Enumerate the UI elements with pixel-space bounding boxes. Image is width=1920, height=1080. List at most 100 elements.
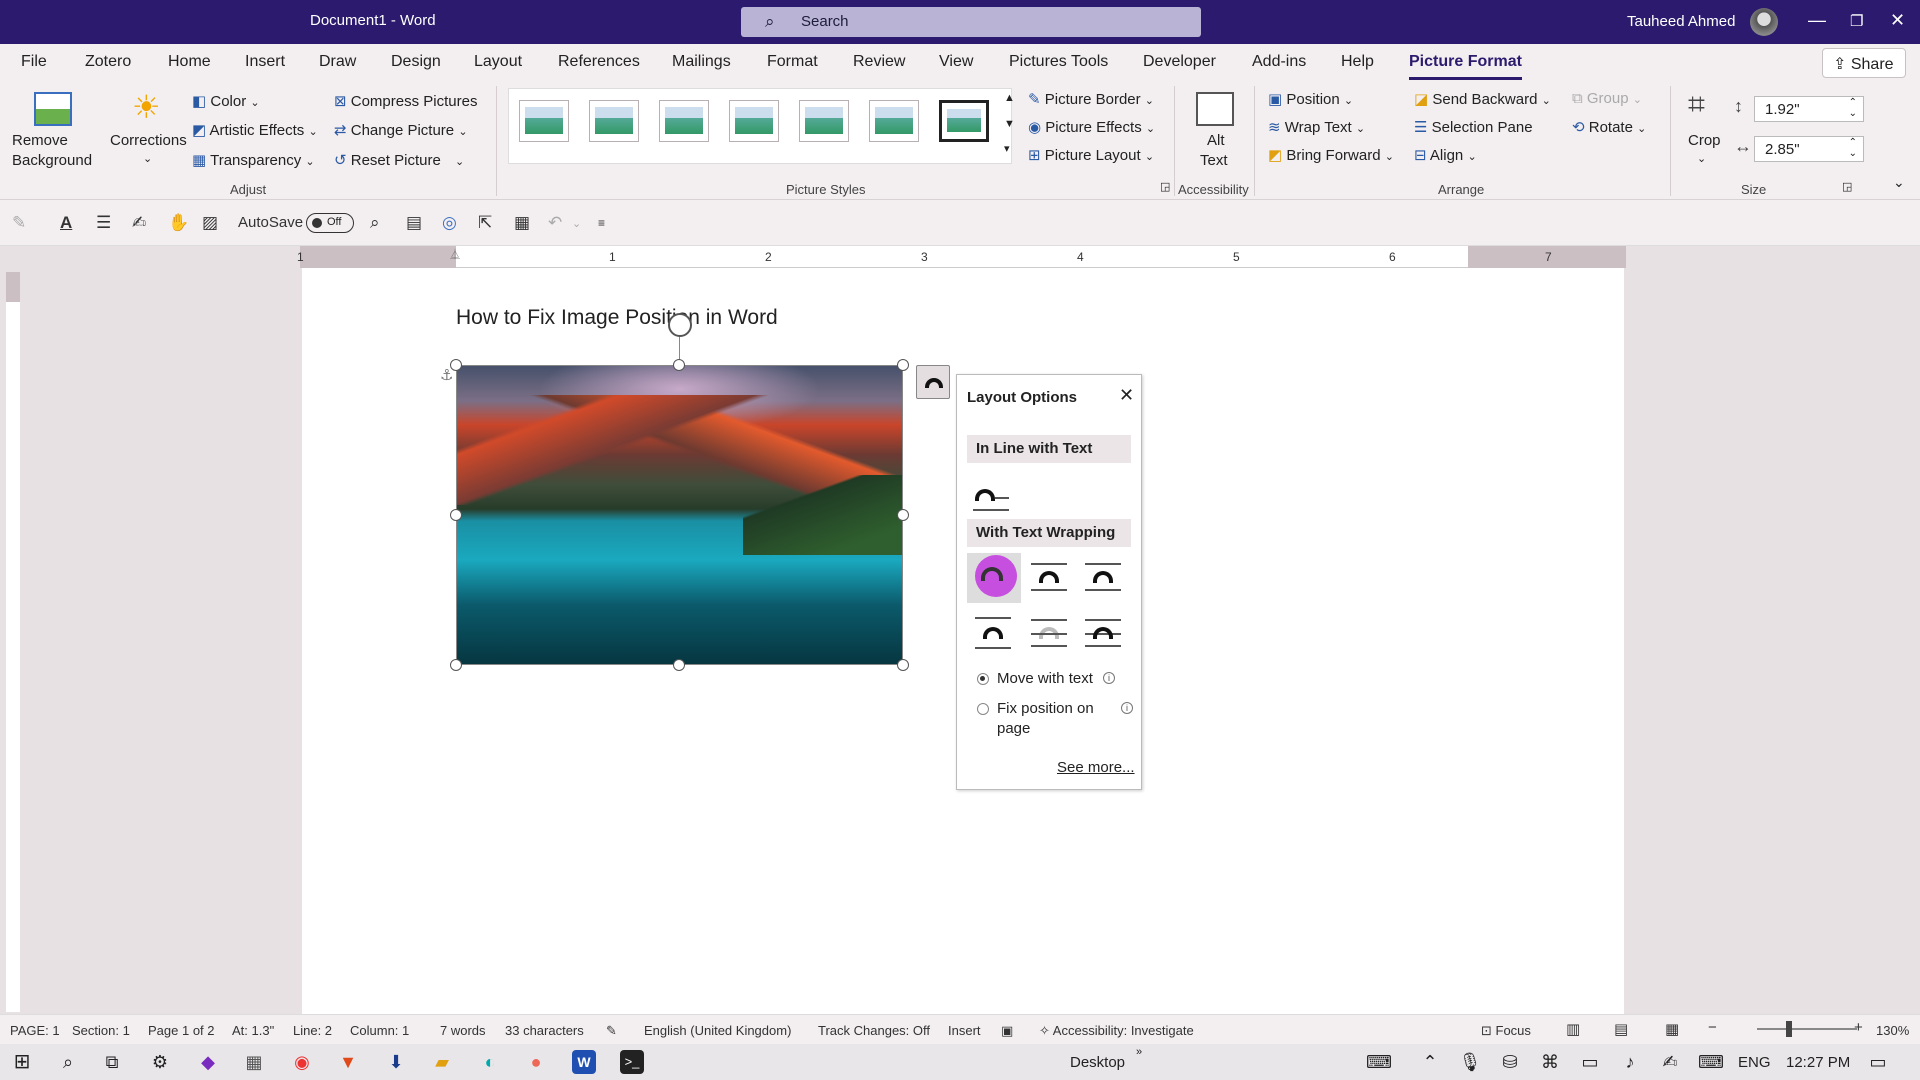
chevron-down-icon[interactable]: ⌄ [143, 152, 152, 165]
move-with-text-label[interactable]: Move with text [997, 670, 1093, 687]
picture-effects-button[interactable]: ◉ Picture Effects ⌄ [1028, 118, 1155, 136]
tab-mailings[interactable]: Mailings [672, 53, 731, 71]
format-painter-icon[interactable]: ✍ [132, 213, 146, 233]
autosave-toggle[interactable]: Off [306, 213, 354, 233]
zoom-icon[interactable]: ⌕ [370, 213, 380, 233]
position-button[interactable]: ▣ Position ⌄ [1268, 90, 1353, 108]
status-characters[interactable]: 33 characters [505, 1023, 584, 1038]
zoom-slider-handle[interactable] [1786, 1021, 1792, 1037]
folder-stack-icon[interactable]: ▦ [242, 1050, 266, 1074]
gallery-down-icon[interactable]: ▼ [1004, 118, 1015, 130]
rotate-handle-icon[interactable] [668, 313, 692, 337]
top-bottom-wrap-icon[interactable] [971, 611, 1015, 655]
alt-text-label-1[interactable]: Alt [1207, 132, 1225, 149]
resize-handle[interactable] [450, 509, 462, 521]
pen-icon[interactable]: ✍ [1658, 1050, 1682, 1074]
search-icon[interactable]: ⌕ [56, 1050, 80, 1074]
chevron-down-icon[interactable]: ⌄ [572, 217, 581, 230]
image-icon[interactable]: ▨ [202, 213, 218, 233]
tab-design[interactable]: Design [391, 53, 441, 71]
style-thumb[interactable] [939, 100, 989, 142]
move-with-text-radio[interactable] [977, 673, 989, 685]
collapse-ribbon-icon[interactable]: ⌄ [1893, 174, 1905, 191]
horizontal-ruler[interactable]: 1 1 2 3 4 5 6 7 ⏅ [297, 246, 1626, 268]
close-icon[interactable]: ✕ [1119, 385, 1134, 406]
brave-icon[interactable]: ▼ [336, 1050, 360, 1074]
bring-forward-button[interactable]: ◩ Bring Forward ⌄ [1268, 146, 1394, 164]
transparency-button[interactable]: ▦ Transparency ⌄ [192, 151, 315, 169]
alt-text-label-2[interactable]: Text [1200, 152, 1228, 169]
info-icon[interactable]: i [1121, 702, 1133, 714]
file-explorer-icon[interactable]: ▰ [430, 1050, 454, 1074]
minimize-icon[interactable]: — [1808, 10, 1826, 31]
tab-file[interactable]: File [21, 53, 47, 71]
clipboard-icon[interactable]: ▤ [406, 213, 422, 233]
microphone-icon[interactable]: 🎙 [1458, 1050, 1482, 1074]
status-accessibility[interactable]: ✧ Accessibility: Investigate [1039, 1023, 1194, 1039]
compress-pictures-button[interactable]: ⊠ Compress Pictures [334, 92, 477, 110]
circle-icon[interactable]: ◎ [442, 213, 457, 233]
customize-icon[interactable]: ≡ [598, 216, 605, 230]
firefox-icon[interactable]: ● [524, 1050, 548, 1074]
dialog-launcher-icon[interactable]: ◲ [1160, 180, 1170, 193]
font-color-icon[interactable]: A [60, 213, 72, 233]
display-icon[interactable]: ▭ [1578, 1050, 1602, 1074]
search-box[interactable]: ⌕ Search [741, 7, 1201, 37]
resize-handle[interactable] [450, 359, 462, 371]
status-insert[interactable]: Insert [948, 1023, 981, 1038]
resize-handle[interactable] [897, 659, 909, 671]
style-thumb[interactable] [589, 100, 639, 142]
restore-icon[interactable]: ❐ [1850, 12, 1863, 30]
picture-layout-button[interactable]: ⊞ Picture Layout ⌄ [1028, 146, 1154, 164]
fix-position-radio[interactable] [977, 703, 989, 715]
task-view-icon[interactable]: ⧉ [100, 1050, 124, 1074]
style-thumb[interactable] [729, 100, 779, 142]
in-front-of-text-icon[interactable] [1081, 611, 1125, 655]
print-layout-icon[interactable]: ▤ [1614, 1020, 1628, 1038]
tab-layout[interactable]: Layout [474, 53, 522, 71]
zoom-out-icon[interactable]: − [1708, 1019, 1717, 1036]
notification-icon[interactable]: ▭ [1866, 1050, 1890, 1074]
tight-wrap-icon[interactable] [1027, 555, 1071, 599]
status-track-changes[interactable]: Track Changes: Off [818, 1023, 930, 1038]
reset-picture-button[interactable]: ↺ Reset Picture ⌄ [334, 151, 464, 169]
chevron-up-icon[interactable]: ⌃ [1418, 1050, 1442, 1074]
tab-view[interactable]: View [939, 53, 973, 71]
pen-icon[interactable]: ✎ [12, 213, 26, 233]
layout-options-button[interactable] [916, 365, 950, 399]
settings-icon[interactable]: ⚙ [148, 1050, 172, 1074]
stepper-icon[interactable]: ⌃ ⌄ [1849, 97, 1857, 119]
tab-picture-format[interactable]: Picture Format [1409, 53, 1522, 80]
resize-handle[interactable] [897, 509, 909, 521]
resize-handle[interactable] [673, 659, 685, 671]
keyboard-icon[interactable]: ⌨ [1366, 1050, 1392, 1074]
tab-pictures-tools[interactable]: Pictures Tools [1009, 53, 1108, 71]
style-thumb[interactable] [869, 100, 919, 142]
artistic-effects-button[interactable]: ◩ Artistic Effects ⌄ [192, 121, 318, 139]
status-at[interactable]: At: 1.3" [232, 1023, 274, 1038]
selection-pane-button[interactable]: ☰ Selection Pane [1414, 118, 1533, 136]
stepper-icon[interactable]: ⌃ ⌄ [1849, 137, 1857, 159]
read-mode-icon[interactable]: ▥ [1566, 1020, 1580, 1038]
share-button[interactable]: ⇪ Share [1822, 48, 1906, 78]
picture-border-button[interactable]: ✎ Picture Border ⌄ [1028, 90, 1154, 108]
zoom-slider[interactable] [1757, 1028, 1857, 1030]
width-input[interactable]: 2.85" ⌃ ⌄ [1754, 136, 1864, 162]
gallery-more-icon[interactable]: ▾ [1004, 142, 1010, 155]
resize-handle[interactable] [450, 659, 462, 671]
document-heading[interactable]: How to Fix Image Position in Word [456, 306, 778, 330]
chevron-down-icon[interactable]: ⌄ [1697, 152, 1706, 165]
windows-start-icon[interactable]: ⊞ [10, 1050, 34, 1074]
fix-position-label-2[interactable]: page [997, 720, 1030, 737]
dialog-launcher-icon[interactable]: ◲ [1842, 180, 1852, 193]
change-picture-button[interactable]: ⇄ Change Picture ⌄ [334, 121, 468, 139]
focus-button[interactable]: ⊡ Focus [1481, 1023, 1531, 1039]
align-icon[interactable]: ☰ [96, 213, 111, 233]
gallery-up-icon[interactable]: ▲ [1004, 92, 1015, 104]
input-language[interactable]: ENG [1738, 1054, 1771, 1071]
tab-format[interactable]: Format [767, 53, 818, 71]
proofing-icon[interactable]: ✎ [606, 1023, 617, 1039]
crop-button[interactable]: Crop [1688, 132, 1721, 149]
status-page-of[interactable]: Page 1 of 2 [148, 1023, 215, 1038]
align-button[interactable]: ⊟ Align ⌄ [1414, 146, 1477, 164]
